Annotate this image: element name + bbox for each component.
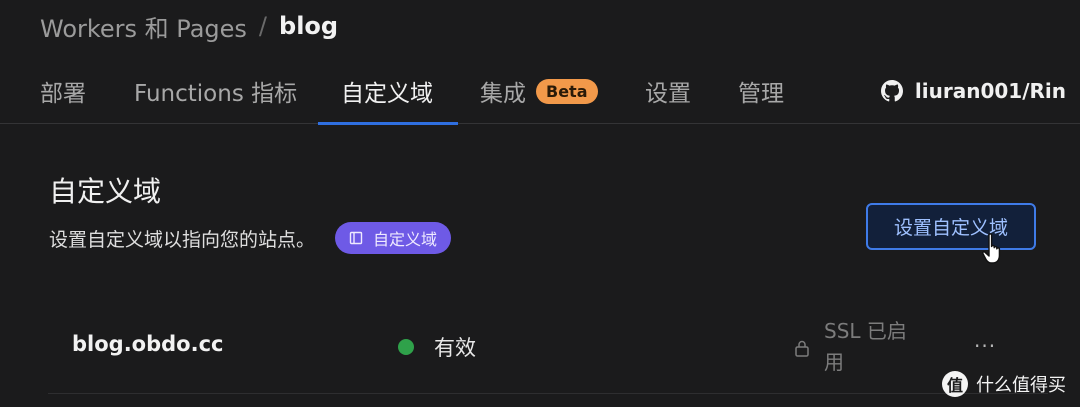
repo-link[interactable]: liuran001/Rin xyxy=(880,58,1066,124)
lock-icon xyxy=(795,340,809,357)
domain-status: 有效 xyxy=(398,332,476,362)
domain-name[interactable]: blog.obdo.cc xyxy=(72,332,223,356)
tab-label: 部署 xyxy=(40,81,86,107)
github-icon xyxy=(880,80,903,102)
app-window: Workers 和 Pages / blog 部署 Functions 指标 自… xyxy=(0,0,1080,407)
status-text: 有效 xyxy=(434,336,476,360)
tab-label: 集成 xyxy=(480,81,526,107)
docs-link[interactable]: 自定义域 xyxy=(335,222,452,254)
tab-settings[interactable]: 设置 xyxy=(645,58,691,124)
book-icon xyxy=(349,231,363,245)
tab-deployments[interactable]: 部署 xyxy=(40,58,86,124)
breadcrumb: Workers 和 Pages / blog xyxy=(40,8,338,44)
breadcrumb-separator: / xyxy=(258,12,268,40)
setup-custom-domain-button[interactable]: 设置自定义域 xyxy=(866,203,1036,250)
tab-functions-metrics[interactable]: Functions 指标 xyxy=(134,58,297,124)
status-dot-icon xyxy=(398,339,414,355)
description-text: 设置自定义域以指向您的站点。 xyxy=(49,228,316,251)
repo-name: liuran001/Rin xyxy=(914,79,1066,103)
ssl-text: SSL 已启用 xyxy=(824,319,907,374)
tab-custom-domains[interactable]: 自定义域 xyxy=(341,58,433,124)
watermark-logo: 值 xyxy=(942,371,968,397)
beta-badge: Beta xyxy=(536,78,598,104)
ssl-status: SSL 已启用 xyxy=(794,316,914,378)
table-row: blog.obdo.cc 有效 SSL 已启用 ... xyxy=(48,300,1048,394)
breadcrumb-current: blog xyxy=(279,12,339,40)
active-tab-indicator xyxy=(318,122,458,125)
tab-label: Functions 指标 xyxy=(134,81,298,107)
watermark-text: 什么值得买 xyxy=(976,375,1066,396)
tab-label: 自定义域 xyxy=(341,81,433,107)
watermark: 值 什么值得买 xyxy=(942,371,1066,397)
docs-link-label: 自定义域 xyxy=(373,230,438,249)
tab-integrations[interactable]: 集成 Beta xyxy=(480,58,598,124)
tab-label: 设置 xyxy=(645,81,691,107)
hand-cursor-icon xyxy=(982,233,1001,264)
page-title: 自定义域 xyxy=(49,175,162,208)
tab-manage[interactable]: 管理 xyxy=(738,58,784,124)
more-actions-button[interactable]: ... xyxy=(974,328,996,352)
breadcrumb-parent-link[interactable]: Workers 和 Pages xyxy=(40,9,247,44)
tab-label: 管理 xyxy=(738,81,784,107)
section-description: 设置自定义域以指向您的站点。 自定义域 xyxy=(49,222,452,254)
